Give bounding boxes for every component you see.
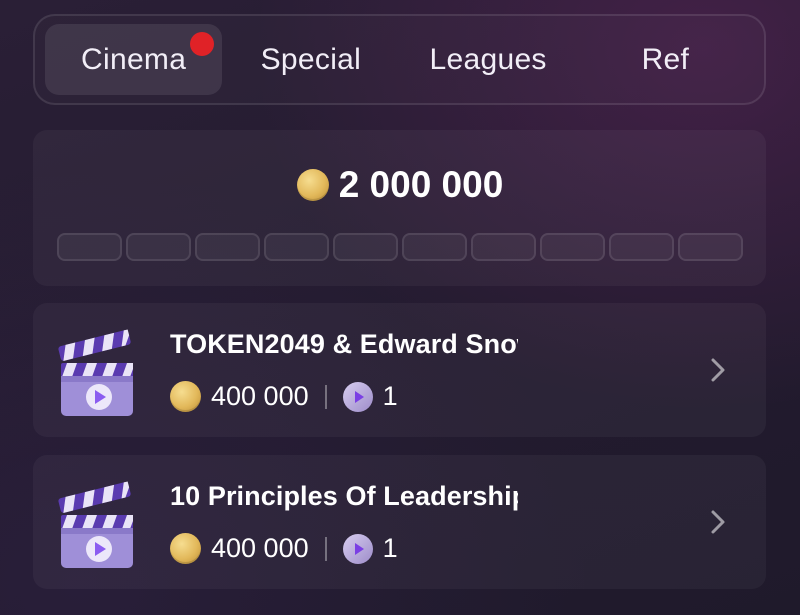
- video-reward: 400 000: [211, 533, 309, 563]
- video-card[interactable]: 10 Principles Of Leadership 400 000 1: [33, 455, 766, 589]
- tab-bar: Cinema Special Leagues Ref: [33, 14, 766, 105]
- coin-icon: [296, 169, 329, 201]
- video-card[interactable]: TOKEN2049 & Edward Snowden 400 000 1: [33, 303, 766, 437]
- coin-icon: [170, 533, 201, 564]
- tab-cinema[interactable]: Cinema: [45, 24, 223, 95]
- play-icon: [342, 381, 373, 412]
- balance-value: 2 000 000: [338, 164, 504, 205]
- tab-ref[interactable]: Ref: [577, 24, 754, 95]
- play-icon: [342, 533, 373, 564]
- progress-bar: [57, 233, 743, 261]
- tab-leagues[interactable]: Leagues: [400, 24, 577, 95]
- video-reward: 400 000: [211, 381, 309, 411]
- clapperboard-icon: [58, 329, 133, 416]
- tab-leagues-label: Leagues: [429, 42, 547, 76]
- tab-cinema-label: Cinema: [81, 42, 187, 76]
- tab-special[interactable]: Special: [222, 24, 399, 95]
- meta-divider: [324, 384, 327, 409]
- meta-divider: [324, 536, 327, 561]
- coin-icon: [170, 381, 201, 412]
- video-title: 10 Principles Of Leadership: [170, 481, 518, 511]
- video-title: TOKEN2049 & Edward Snowden: [170, 329, 518, 359]
- progress-segment: [609, 233, 674, 261]
- clapperboard-icon: [58, 481, 133, 568]
- progress-segment: [333, 233, 398, 261]
- progress-segment: [195, 233, 260, 261]
- video-views: 1: [382, 533, 398, 563]
- progress-segment: [540, 233, 605, 261]
- tab-special-label: Special: [260, 42, 362, 76]
- progress-segment: [126, 233, 191, 261]
- progress-segment: [402, 233, 467, 261]
- progress-segment: [264, 233, 329, 261]
- chevron-right-icon: [711, 510, 725, 534]
- video-meta: 400 000 1: [170, 381, 398, 412]
- tab-ref-label: Ref: [641, 42, 690, 76]
- chevron-right-icon: [711, 358, 725, 382]
- notification-dot: [190, 32, 215, 56]
- balance-card: [33, 130, 766, 286]
- balance-display: 2 000 000: [0, 164, 800, 206]
- progress-segment: [678, 233, 743, 261]
- progress-segment: [471, 233, 536, 261]
- progress-segment: [57, 233, 122, 261]
- video-meta: 400 000 1: [170, 533, 398, 564]
- video-views: 1: [382, 381, 398, 411]
